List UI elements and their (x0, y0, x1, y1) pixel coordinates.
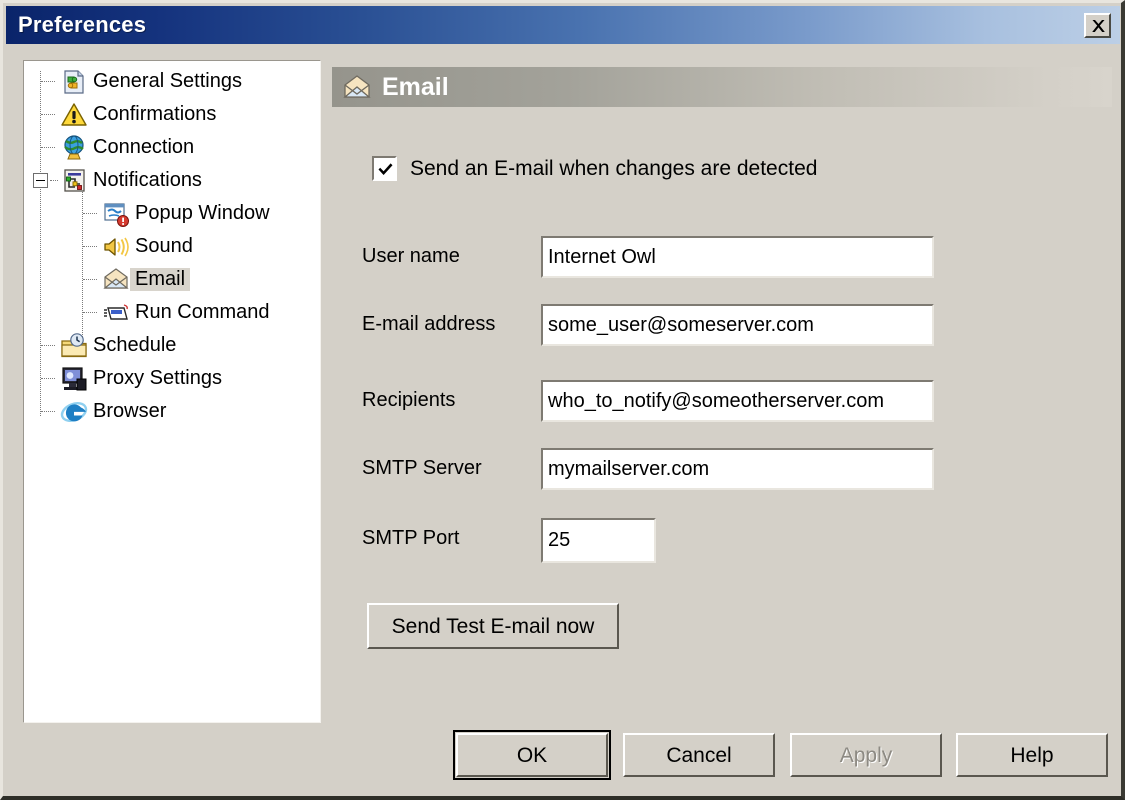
sidebar-item-run-command[interactable]: Run Command (24, 296, 320, 329)
field-label: Recipients (362, 389, 456, 411)
sidebar-item-label: Notifications (93, 169, 202, 191)
tree-connector-line (41, 147, 55, 149)
smtp-port-input[interactable]: 25 (541, 518, 656, 563)
document-puzzle-icon (60, 68, 88, 96)
field-label: User name (362, 245, 460, 267)
sidebar-item-label: Confirmations (93, 103, 217, 125)
speaker-icon (102, 233, 130, 261)
sidebar-item-label: General Settings (93, 70, 242, 92)
sidebar-item-label: Sound (135, 235, 193, 257)
sidebar-item-general-settings[interactable]: General Settings (24, 65, 320, 98)
tree-collapse-toggle[interactable] (33, 173, 48, 188)
pane-header: Email (332, 67, 1112, 107)
sidebar-item-popup-window[interactable]: Popup Window (24, 197, 320, 230)
tree-connector-line (41, 411, 55, 413)
enable-email-label: Send an E-mail when changes are detected (410, 157, 818, 180)
window-titlebar[interactable]: Preferences (6, 6, 1120, 44)
send-test-email-button[interactable]: Send Test E-mail now (367, 603, 619, 649)
sidebar-item-email[interactable]: Email (24, 263, 320, 296)
page-title: Email (382, 72, 449, 101)
envelope-icon (102, 266, 130, 294)
user-name-input[interactable]: Internet Owl (541, 236, 934, 278)
field-label: E-mail address (362, 313, 496, 335)
field-label: SMTP Port (362, 527, 460, 549)
tree-connector-line (41, 114, 55, 116)
sidebar-item-browser[interactable]: Browser (24, 395, 320, 428)
cancel-button[interactable]: Cancel (623, 733, 775, 777)
globe-icon (60, 134, 88, 162)
ok-button[interactable]: OK (453, 730, 611, 780)
sidebar-item-sound[interactable]: Sound (24, 230, 320, 263)
tree-connector-line (41, 81, 55, 83)
apply-button: Apply (790, 733, 942, 777)
sidebar-item-proxy-settings[interactable]: Proxy Settings (24, 362, 320, 395)
close-button[interactable] (1084, 12, 1111, 38)
sidebar-item-label: Proxy Settings (93, 367, 222, 389)
run-command-icon (102, 299, 130, 327)
help-button[interactable]: Help (956, 733, 1108, 777)
envelope-icon (342, 73, 372, 101)
enable-email-checkbox[interactable] (372, 156, 397, 181)
settings-tree[interactable]: General Settings Confirmations Connectio… (23, 60, 321, 723)
tree-connector-line (41, 345, 55, 347)
tree-connector-line (83, 246, 97, 248)
sidebar-item-confirmations[interactable]: Confirmations (24, 98, 320, 131)
tree-connector-line (50, 180, 58, 182)
sidebar-item-label: Popup Window (135, 202, 270, 224)
sidebar-item-label: Schedule (93, 334, 177, 356)
sidebar-item-notifications[interactable]: Notifications (24, 164, 320, 197)
tree-connector-line (83, 213, 97, 215)
tree-connector-line (83, 312, 97, 314)
network-nodes-icon (60, 167, 88, 195)
sidebar-item-label: Email (130, 268, 191, 291)
sidebar-item-connection[interactable]: Connection (24, 131, 320, 164)
tree-connector-line (83, 279, 97, 281)
sidebar-item-label: Run Command (135, 301, 270, 323)
tree-connector-line (41, 378, 55, 380)
preferences-window: Preferences General Settings Confirmatio… (0, 0, 1125, 800)
sidebar-item-schedule[interactable]: Schedule (24, 329, 320, 362)
sidebar-item-label: Browser (93, 400, 167, 422)
email-address-input[interactable]: some_user@someserver.com (541, 304, 934, 346)
recipients-input[interactable]: who_to_notify@someotherserver.com (541, 380, 934, 422)
internet-explorer-icon (60, 398, 88, 426)
warning-triangle-icon (60, 101, 88, 129)
enable-email-checkbox-row[interactable]: Send an E-mail when changes are detected (372, 156, 817, 181)
sidebar-item-label: Connection (93, 136, 195, 158)
monitor-icon (60, 365, 88, 393)
window-title: Preferences (18, 12, 147, 37)
smtp-server-input[interactable]: mymailserver.com (541, 448, 934, 490)
popup-window-icon (102, 200, 130, 228)
field-label: SMTP Server (362, 457, 482, 479)
schedule-folder-icon (60, 332, 88, 360)
